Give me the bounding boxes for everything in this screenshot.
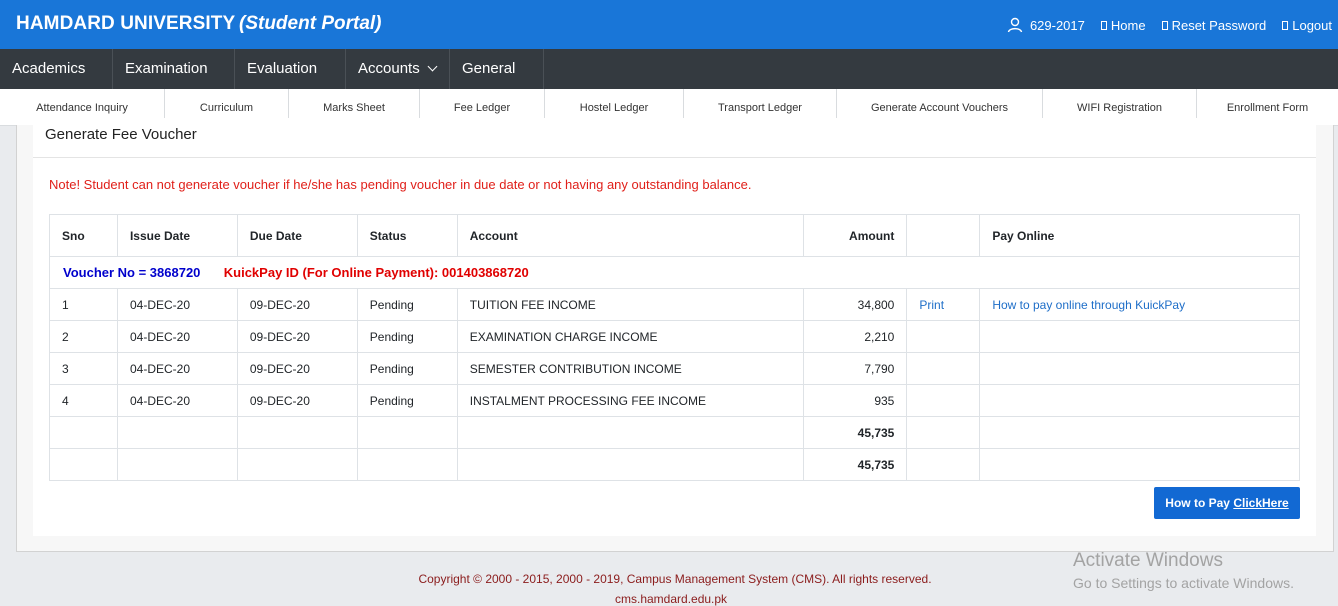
cell-sno: 4 [49, 384, 118, 417]
home-label: Home [1110, 17, 1146, 33]
main-nav: Academics Examination Evaluation Account… [0, 49, 1338, 112]
table-row: 2 04-DEC-20 09-DEC-20 Pending EXAMINATIO… [49, 320, 1300, 353]
reset-password-link[interactable]: Reset Password [1161, 17, 1267, 33]
how-to-pay-button[interactable]: How to Pay ClickHere [1154, 487, 1300, 519]
cell-due-date: 09-DEC-20 [236, 384, 358, 417]
nav-label: Examination [125, 60, 208, 77]
cell-print: Print [906, 288, 981, 321]
cell-issue-date: 04-DEC-20 [116, 352, 238, 385]
col-header-issue-date: Issue Date [116, 214, 238, 257]
cell-account: TUITION FEE INCOME [456, 288, 805, 321]
nav-label: Accounts [358, 60, 420, 77]
kuickpay-id: KuickPay ID (For Online Payment): 001403… [223, 265, 529, 280]
cell-print [906, 320, 981, 353]
cell-pay-online: How to pay online through KuickPay [979, 288, 1300, 321]
voucher-info-row: Voucher No = 3868720 KuickPay ID (For On… [49, 256, 1300, 289]
key-icon [1161, 20, 1168, 30]
cell-status: Pending [356, 384, 458, 417]
cell-due-date: 09-DEC-20 [236, 288, 358, 321]
table-row: 4 04-DEC-20 09-DEC-20 Pending INSTALMENT… [49, 384, 1300, 417]
cell-issue-date: 04-DEC-20 [116, 320, 238, 353]
kuickpay-help-link[interactable]: How to pay online through KuickPay [992, 298, 1185, 312]
cell-account: EXAMINATION CHARGE INCOME [456, 320, 805, 353]
cell-amount: 935 [803, 384, 908, 417]
how-to-pay-label: How to Pay [1165, 496, 1234, 510]
cell-sno: 1 [49, 288, 118, 321]
top-header: HAMDARD UNIVERSITY (Student Portal) 629-… [0, 0, 1338, 49]
cell-status: Pending [356, 288, 458, 321]
nav-label: Evaluation [247, 60, 318, 77]
cell-pay-online [979, 352, 1300, 385]
voucher-number: Voucher No = 3868720 [63, 265, 201, 280]
cell-account: INSTALMENT PROCESSING FEE INCOME [456, 384, 805, 417]
cell-print [906, 352, 981, 385]
table-row: 3 04-DEC-20 09-DEC-20 Pending SEMESTER C… [49, 352, 1300, 385]
table-header-row: Sno Issue Date Due Date Status Account A… [49, 214, 1300, 257]
chevron-down-icon [427, 61, 438, 72]
nav-accounts[interactable]: Accounts [346, 49, 450, 89]
activate-windows-title: Activate Windows [1073, 550, 1223, 571]
nav-general[interactable]: General [450, 49, 544, 112]
total-amount: 45,735 [803, 448, 908, 481]
print-link[interactable]: Print [919, 298, 944, 312]
cell-pay-online [979, 384, 1300, 417]
cell-print [906, 384, 981, 417]
nav-label: General [462, 60, 516, 77]
table-row: 1 04-DEC-20 09-DEC-20 Pending TUITION FE… [49, 288, 1300, 321]
cell-issue-date: 04-DEC-20 [116, 288, 238, 321]
col-header-sno: Sno [49, 214, 118, 257]
nav-label: Academics [12, 60, 86, 77]
col-header-status: Status [356, 214, 458, 257]
user-id: 629-2017 [1029, 17, 1085, 33]
cell-sno: 3 [49, 352, 118, 385]
cell-amount: 2,210 [803, 320, 908, 353]
cell-amount: 7,790 [803, 352, 908, 385]
subtotal-row: 45,735 [49, 416, 1300, 449]
home-icon [1100, 20, 1107, 30]
col-header-pay-online: Pay Online [979, 214, 1300, 257]
nav-academics[interactable]: Academics [0, 49, 113, 112]
brand-title: HAMDARD UNIVERSITY [16, 13, 236, 34]
page-title: Generate Fee Voucher [45, 126, 197, 143]
logout-link[interactable]: Logout [1282, 18, 1332, 33]
col-header-amount: Amount [803, 214, 908, 257]
col-header-account: Account [456, 214, 805, 257]
cell-amount: 34,800 [803, 288, 908, 321]
cell-status: Pending [356, 320, 458, 353]
click-here-link[interactable]: ClickHere [1233, 496, 1288, 510]
nav-examination[interactable]: Examination [113, 49, 235, 112]
col-header-due-date: Due Date [236, 214, 358, 257]
nav-evaluation[interactable]: Evaluation [235, 49, 346, 112]
cell-pay-online [979, 320, 1300, 353]
cell-account: SEMESTER CONTRIBUTION INCOME [456, 352, 805, 385]
logout-icon [1282, 20, 1289, 30]
home-link[interactable]: Home [1100, 17, 1146, 33]
voucher-note: Note! Student can not generate voucher i… [49, 177, 752, 192]
subtotal-amount: 45,735 [803, 416, 908, 449]
cell-issue-date: 04-DEC-20 [116, 384, 238, 417]
portal-subtitle: (Student Portal) [239, 13, 382, 34]
cell-status: Pending [356, 352, 458, 385]
activate-windows-subtitle: Go to Settings to activate Windows. [1073, 575, 1294, 591]
reset-password-label: Reset Password [1171, 17, 1267, 33]
user-account[interactable]: 629-2017 [1007, 17, 1085, 33]
voucher-table: Sno Issue Date Due Date Status Account A… [49, 214, 1300, 481]
cell-due-date: 09-DEC-20 [236, 352, 358, 385]
cell-sno: 2 [49, 320, 118, 353]
footer-site[interactable]: cms.hamdard.edu.pk [615, 592, 727, 606]
voucher-card: Generate Fee Voucher Note! Student can n… [33, 118, 1316, 536]
user-icon [1007, 17, 1023, 33]
divider [33, 157, 1316, 158]
total-row: 45,735 [49, 448, 1300, 481]
col-header-print [906, 214, 981, 257]
cell-due-date: 09-DEC-20 [236, 320, 358, 353]
logout-label: Logout [1292, 17, 1332, 33]
user-menu: 629-2017 Home Reset Password Logout [1007, 17, 1332, 33]
